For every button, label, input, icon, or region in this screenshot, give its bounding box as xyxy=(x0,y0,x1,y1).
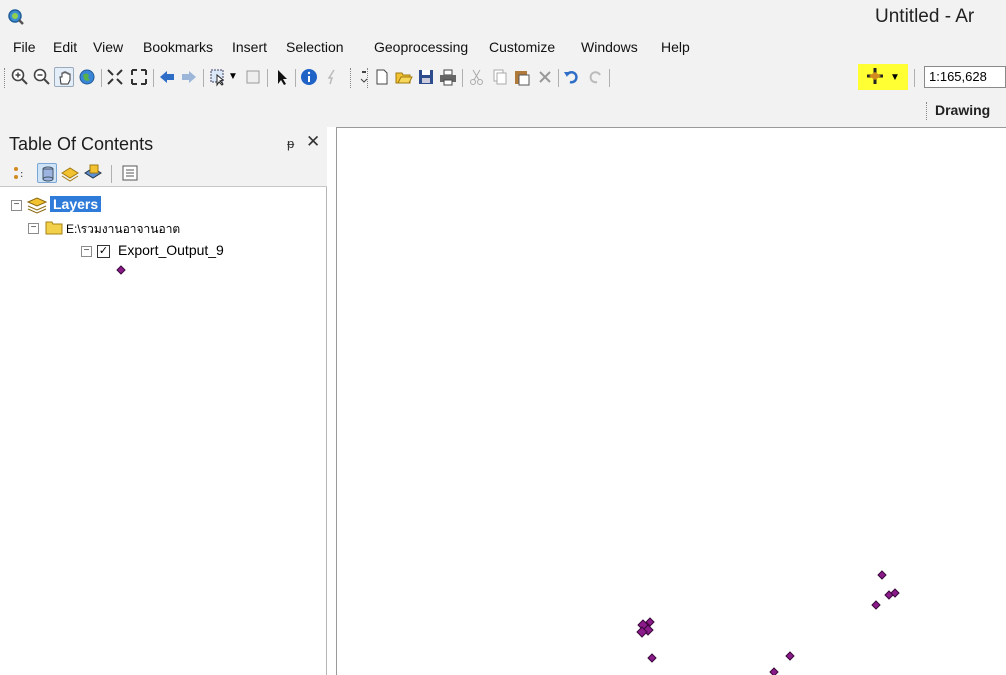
menu-windows[interactable]: Windows xyxy=(581,39,638,55)
menu-insert[interactable]: Insert xyxy=(232,39,267,55)
menu-help[interactable]: Help xyxy=(661,39,690,55)
map-point xyxy=(647,653,657,663)
svg-text::: : xyxy=(20,169,23,180)
collapse-folder-icon[interactable]: − xyxy=(28,223,39,234)
clear-selection-icon[interactable] xyxy=(243,67,263,87)
table-of-contents: Table Of Contents ᵽ ✕ : − Layers − E:\รว… xyxy=(0,127,327,675)
map-point xyxy=(871,600,881,610)
map-point xyxy=(769,667,779,675)
menu-file[interactable]: File xyxy=(13,39,36,55)
drawing-toolbar-grip[interactable] xyxy=(926,102,928,120)
zoom-in-icon[interactable] xyxy=(10,67,30,87)
pan-icon[interactable] xyxy=(54,67,74,87)
undo-icon[interactable] xyxy=(562,67,582,87)
toolbar-separator xyxy=(609,69,610,87)
toolbar-separator xyxy=(914,69,915,87)
fixed-zoom-out-icon[interactable] xyxy=(129,67,149,87)
layers-icon xyxy=(27,197,47,214)
cut-icon[interactable] xyxy=(467,67,487,87)
folder-icon xyxy=(45,221,63,235)
toolbar-options-icon[interactable] xyxy=(354,67,368,87)
pin-icon[interactable]: ᵽ xyxy=(287,136,294,151)
arcmap-app-icon xyxy=(8,9,24,25)
toolbar-separator xyxy=(295,69,296,87)
menu-customize[interactable]: Customize xyxy=(489,39,555,55)
toolbar-grip[interactable] xyxy=(4,68,7,88)
menu-bookmarks[interactable]: Bookmarks xyxy=(143,39,213,55)
menu-bar: File Edit View Bookmarks Insert Selectio… xyxy=(0,34,1006,61)
copy-icon[interactable] xyxy=(490,67,510,87)
forward-icon[interactable] xyxy=(179,67,199,87)
back-icon[interactable] xyxy=(157,67,177,87)
full-extent-icon[interactable] xyxy=(77,67,97,87)
list-by-selection-icon[interactable] xyxy=(83,163,103,183)
drawing-toolbar-row xyxy=(0,93,1006,127)
collapse-layers-icon[interactable]: − xyxy=(11,200,22,211)
options-icon[interactable] xyxy=(120,163,140,183)
save-icon[interactable] xyxy=(416,67,436,87)
menu-selection[interactable]: Selection xyxy=(286,39,344,55)
toolbar-separator xyxy=(153,69,154,87)
list-by-source-icon[interactable] xyxy=(37,163,57,183)
drawing-menu[interactable]: Drawing xyxy=(935,102,990,118)
toolbar-grip[interactable] xyxy=(367,68,370,88)
paste-icon[interactable] xyxy=(512,67,532,87)
toolbar-separator xyxy=(101,69,102,87)
print-icon[interactable] xyxy=(438,67,458,87)
map-canvas[interactable] xyxy=(337,128,1006,675)
toc-title: Table Of Contents xyxy=(9,134,154,154)
delete-icon[interactable] xyxy=(535,67,555,87)
zoom-out-icon[interactable] xyxy=(32,67,52,87)
toolbar-grip[interactable] xyxy=(350,68,353,88)
hyperlink-icon[interactable] xyxy=(322,67,342,87)
layers-data-frame[interactable]: Layers xyxy=(50,196,102,212)
map-point xyxy=(877,570,887,580)
add-data-icon[interactable] xyxy=(865,66,885,86)
map-display[interactable] xyxy=(336,127,1006,675)
map-point xyxy=(785,651,795,661)
map-points xyxy=(636,570,900,675)
toc-toolbar: : xyxy=(0,159,327,187)
menu-geoprocessing[interactable]: Geoprocessing xyxy=(374,39,468,55)
folder-path-label[interactable]: E:\รวมงานอาจานอาต xyxy=(66,220,180,239)
collapse-layer-icon[interactable]: − xyxy=(81,246,92,257)
toc-header: Table Of Contents ᵽ ✕ xyxy=(0,127,327,159)
fixed-zoom-in-icon[interactable] xyxy=(105,67,125,87)
close-icon[interactable]: ✕ xyxy=(306,132,320,152)
identify-icon[interactable] xyxy=(299,67,319,87)
list-by-drawing-order-icon[interactable]: : xyxy=(11,163,31,183)
title-bar: Untitled - Ar xyxy=(0,0,1006,34)
tools-toolbar: ▼ xyxy=(0,61,1006,93)
select-features-icon[interactable] xyxy=(208,67,228,87)
redo-icon[interactable] xyxy=(585,67,605,87)
add-data-dropdown-icon[interactable]: ▼ xyxy=(890,72,910,92)
select-elements-icon[interactable] xyxy=(272,67,292,87)
layer-visibility-checkbox[interactable]: ✓ xyxy=(97,245,110,258)
list-by-visibility-icon[interactable] xyxy=(60,163,80,183)
layer-symbol[interactable] xyxy=(116,265,126,275)
menu-edit[interactable]: Edit xyxy=(53,39,77,55)
toolbar-separator xyxy=(462,69,463,87)
menu-view[interactable]: View xyxy=(93,39,123,55)
toolbar-separator xyxy=(203,69,204,87)
new-icon[interactable] xyxy=(372,67,392,87)
toolbar-separator xyxy=(558,69,559,87)
toolbar-separator xyxy=(267,69,268,87)
map-scale-input[interactable]: 1:165,628 xyxy=(924,66,1006,88)
toolbar-separator xyxy=(111,165,112,183)
open-icon[interactable] xyxy=(394,67,414,87)
window-title: Untitled - Ar xyxy=(875,6,975,27)
layer-name[interactable]: Export_Output_9 xyxy=(118,242,224,258)
